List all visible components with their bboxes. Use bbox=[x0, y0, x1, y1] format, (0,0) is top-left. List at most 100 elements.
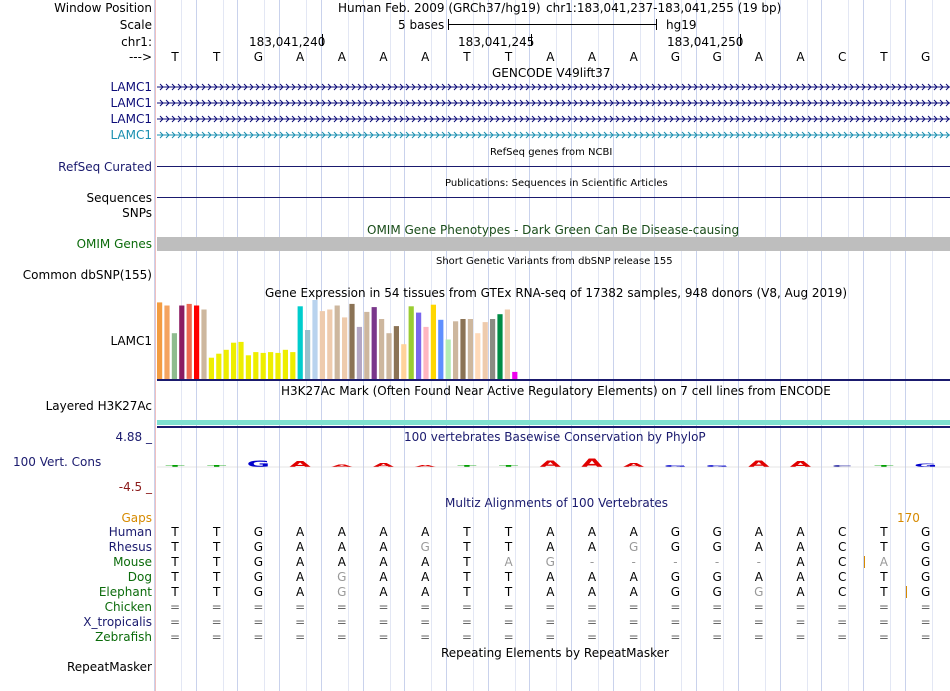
alignment-base: G bbox=[670, 525, 681, 539]
alignment-base: C bbox=[837, 525, 847, 539]
alignment-base: A bbox=[629, 585, 638, 599]
alignment-base: = bbox=[211, 630, 222, 644]
insertion-marker[interactable] bbox=[864, 556, 865, 568]
alignment-base: T bbox=[171, 570, 179, 584]
alignment-base: A bbox=[546, 570, 555, 584]
alignment-base: T bbox=[880, 525, 888, 539]
alignment-base: = bbox=[628, 630, 639, 644]
alignment-base: = bbox=[837, 615, 848, 629]
alignment-base: = bbox=[712, 600, 723, 614]
alignment-base: A bbox=[379, 570, 388, 584]
species-label[interactable]: Chicken bbox=[105, 600, 152, 614]
alignment-base: A bbox=[295, 540, 305, 554]
alignment-base: G bbox=[253, 555, 264, 569]
repeat-label[interactable]: RepeatMasker bbox=[67, 660, 152, 674]
alignment-base: = bbox=[545, 600, 556, 614]
species-label[interactable]: X_tropicalis bbox=[83, 615, 152, 629]
alignment-base: C bbox=[837, 540, 847, 554]
alignment-base: G bbox=[920, 540, 931, 554]
alignment-base: = bbox=[920, 615, 931, 629]
phylop-conservation-logo[interactable]: TTGAAAATTAAAGGAACTG bbox=[0, 0, 950, 480]
alignment-base: A bbox=[379, 585, 388, 599]
alignment-base: = bbox=[878, 630, 889, 644]
alignment-base: = bbox=[253, 630, 264, 644]
alignment-base: = bbox=[420, 630, 431, 644]
alignment-base: T bbox=[213, 570, 221, 584]
alignment-base: = bbox=[670, 615, 681, 629]
alignment-base: A bbox=[796, 585, 805, 599]
alignment-base: G bbox=[920, 525, 931, 539]
alignment-base: = bbox=[336, 615, 347, 629]
species-label[interactable]: Rhesus bbox=[109, 540, 152, 554]
species-label[interactable]: Zebrafish bbox=[95, 630, 152, 644]
alignment-base: = bbox=[920, 600, 931, 614]
alignment-base: = bbox=[712, 615, 723, 629]
alignment-base: T bbox=[213, 525, 221, 539]
alignment-base: - bbox=[673, 555, 678, 569]
alignment-base: A bbox=[587, 540, 597, 554]
alignment-base: A bbox=[295, 525, 305, 539]
species-label[interactable]: Mouse bbox=[113, 555, 152, 569]
alignment-base: T bbox=[213, 585, 221, 599]
alignment-base: T bbox=[463, 555, 471, 569]
alignment-base: = bbox=[878, 615, 889, 629]
alignment-base: = bbox=[586, 600, 598, 614]
alignment-base: A bbox=[421, 555, 430, 569]
alignment-base: T bbox=[504, 525, 513, 539]
insertion-marker[interactable] bbox=[906, 586, 907, 598]
alignment-base: A bbox=[587, 525, 597, 539]
alignment-base: G bbox=[712, 585, 722, 599]
alignment-base: = bbox=[295, 615, 306, 629]
alignment-base: = bbox=[336, 630, 347, 644]
alignment-base: = bbox=[753, 600, 764, 614]
alignment-base: G bbox=[670, 540, 681, 554]
alignment-base: = bbox=[461, 630, 472, 644]
alignment-base: = bbox=[503, 600, 514, 614]
alignment-base: A bbox=[754, 570, 763, 584]
alignment-base: = bbox=[253, 600, 264, 614]
alignment-base: G bbox=[670, 585, 681, 599]
species-label[interactable]: Human bbox=[109, 525, 152, 539]
alignment-base: = bbox=[169, 615, 181, 629]
phylop-base-glyph: A bbox=[623, 462, 645, 468]
phylop-base-glyph: A bbox=[748, 459, 770, 469]
alignment-base: T bbox=[463, 525, 471, 539]
alignment-base: T bbox=[880, 570, 888, 584]
alignment-base: A bbox=[754, 525, 763, 539]
repeat-title: Repeating Elements by RepeatMasker bbox=[441, 646, 669, 660]
alignment-base: A bbox=[337, 540, 346, 554]
alignment-base: G bbox=[629, 540, 639, 554]
species-label[interactable]: Dog bbox=[128, 570, 152, 584]
gaps-label[interactable]: Gaps bbox=[121, 511, 152, 525]
alignment-base: = bbox=[837, 630, 848, 644]
phylop-base-glyph: G bbox=[914, 463, 937, 468]
alignment-base: = bbox=[503, 615, 514, 629]
phylop-base-glyph: G bbox=[247, 459, 270, 469]
alignment-base: G bbox=[253, 585, 264, 599]
alignment-base: G bbox=[337, 570, 347, 584]
alignment-base: A bbox=[796, 570, 805, 584]
alignment-base: - bbox=[589, 555, 595, 569]
alignment-base: C bbox=[837, 585, 847, 599]
phylop-base-glyph: A bbox=[581, 457, 603, 470]
alignment-base: = bbox=[753, 615, 764, 629]
alignment-base: T bbox=[504, 540, 513, 554]
alignment-base: = bbox=[378, 630, 389, 644]
alignment-base: G bbox=[253, 525, 264, 539]
alignment-base: = bbox=[378, 600, 389, 614]
alignment-base: T bbox=[880, 585, 888, 599]
alignment-base: A bbox=[587, 585, 597, 599]
alignment-base: T bbox=[171, 555, 179, 569]
alignment-base: T bbox=[463, 570, 471, 584]
alignment-base: T bbox=[213, 540, 221, 554]
alignment-base: = bbox=[461, 600, 472, 614]
alignment-base: A bbox=[421, 525, 430, 539]
alignment-base: A bbox=[546, 540, 555, 554]
alignment-base: = bbox=[461, 615, 472, 629]
alignment-base: A bbox=[379, 540, 388, 554]
alignment-base: G bbox=[337, 585, 347, 599]
species-label[interactable]: Elephant bbox=[99, 585, 152, 599]
alignment-base: = bbox=[628, 600, 639, 614]
alignment-base: G bbox=[920, 585, 931, 599]
alignment-base: A bbox=[546, 525, 555, 539]
